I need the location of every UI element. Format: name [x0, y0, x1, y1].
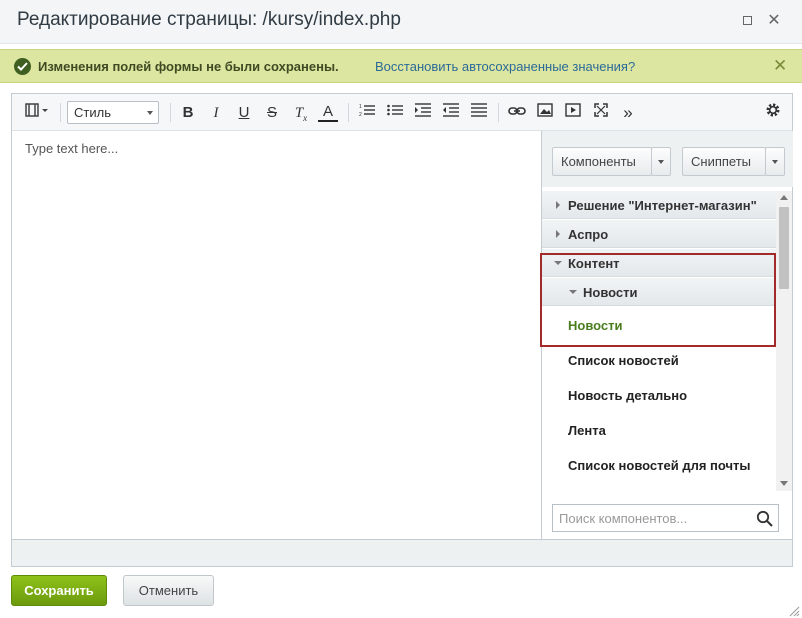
close-button[interactable]: ✕ — [765, 12, 783, 30]
tree-group-content[interactable]: Контент — [542, 249, 776, 277]
tree-item-news-list[interactable]: Список новостей — [568, 353, 679, 368]
toolbar-separator — [60, 103, 61, 122]
tree-group-label: Контент — [568, 256, 620, 271]
toolbar-separator — [498, 103, 499, 122]
strikethrough-icon: S — [266, 104, 277, 121]
save-button[interactable]: Сохранить — [11, 575, 107, 606]
unordered-list-button[interactable] — [384, 102, 406, 124]
fullscreen-button[interactable] — [590, 102, 612, 124]
component-search — [552, 504, 779, 532]
bold-button[interactable]: B — [178, 102, 198, 124]
components-button[interactable]: Компоненты — [552, 147, 652, 176]
tree-scrollbar[interactable] — [776, 191, 792, 491]
resize-grip-icon[interactable] — [788, 604, 800, 618]
svg-text:2: 2 — [359, 112, 362, 117]
indent-icon — [415, 103, 431, 121]
html-editor: Стиль B I U S Tx A 12 » Type text here..… — [11, 93, 793, 567]
component-search-input[interactable] — [553, 505, 748, 531]
toolbar-separator — [348, 103, 349, 122]
tree-item-news-mail[interactable]: Список новостей для почты — [568, 458, 751, 473]
remove-format-button[interactable]: Tx — [290, 102, 312, 124]
view-mode-icon — [25, 103, 49, 121]
image-icon — [537, 103, 553, 121]
chevron-right-icon — [556, 201, 560, 209]
editor-placeholder: Type text here... — [25, 141, 119, 156]
chevron-down-icon — [147, 111, 153, 115]
underline-button[interactable]: U — [234, 102, 254, 124]
editor-toolbar: Стиль B I U S Tx A 12 » — [12, 94, 792, 131]
link-button[interactable] — [506, 102, 528, 124]
chevron-right-icon — [556, 230, 560, 238]
restore-autosave-link[interactable]: Восстановить автосохраненные значения? — [375, 59, 635, 74]
tree-group-label: Решение "Интернет-магазин" — [568, 198, 757, 213]
outdent-icon — [443, 103, 459, 121]
remove-format-icon: Tx — [294, 105, 308, 123]
align-button[interactable] — [468, 102, 490, 124]
tree-group-label: Новости — [583, 285, 638, 300]
ordered-list-button[interactable]: 12 — [356, 102, 378, 124]
settings-button[interactable] — [762, 102, 784, 124]
maximize-icon — [742, 16, 752, 25]
link-icon — [508, 104, 526, 121]
tree-subgroup-news[interactable]: Новости — [542, 278, 776, 306]
scroll-down-icon[interactable] — [780, 481, 788, 486]
check-circle-icon — [14, 58, 31, 75]
more-button[interactable]: » — [618, 102, 638, 124]
toolbar-separator — [170, 103, 171, 122]
chevron-down-icon — [569, 290, 577, 294]
warning-close-icon[interactable]: ✕ — [773, 56, 787, 76]
panel-tabs: Компоненты Сниппеты — [542, 131, 793, 187]
image-button[interactable] — [534, 102, 556, 124]
remove-format-glyph: T — [294, 105, 304, 121]
warning-message: Изменения полей формы не были сохранены. — [38, 59, 339, 74]
bold-icon: B — [182, 104, 194, 121]
unsaved-warning-bar: Изменения полей формы не были сохранены.… — [0, 49, 802, 83]
text-color-icon: A — [322, 103, 333, 120]
video-button[interactable] — [562, 102, 584, 124]
dialog-titlebar: Редактирование страницы: /kursy/index.ph… — [0, 0, 802, 44]
italic-button[interactable]: I — [206, 102, 226, 124]
components-dropdown[interactable] — [651, 147, 671, 176]
style-select[interactable]: Стиль — [67, 101, 159, 124]
maximize-button[interactable] — [738, 12, 756, 30]
remove-format-sub: x — [303, 113, 308, 123]
outdent-button[interactable] — [440, 102, 462, 124]
snippets-dropdown[interactable] — [765, 147, 785, 176]
dialog-title: Редактирование страницы: /kursy/index.ph… — [17, 9, 401, 30]
settings-icon — [765, 103, 781, 122]
svg-text:1: 1 — [359, 104, 362, 110]
tree-group-label: Аспро — [568, 227, 609, 242]
underline-icon: U — [238, 104, 250, 121]
tree-group-internet-shop[interactable]: Решение "Интернет-магазин" — [542, 191, 776, 219]
tree-item-news-detail[interactable]: Новость детально — [568, 388, 687, 403]
text-color-button[interactable]: A — [318, 102, 338, 122]
snippets-button[interactable]: Сниппеты — [682, 147, 766, 176]
align-icon — [471, 103, 487, 121]
scroll-thumb[interactable] — [779, 207, 789, 289]
video-icon — [565, 103, 581, 121]
strikethrough-button[interactable]: S — [262, 102, 282, 124]
italic-icon: I — [213, 105, 219, 121]
tree-group-aspro[interactable]: Аспро — [542, 220, 776, 248]
chevron-down-icon — [554, 261, 562, 265]
more-icon: » — [623, 103, 633, 122]
view-mode-button[interactable] — [22, 102, 52, 124]
component-tree: Решение "Интернет-магазин" Аспро Контент… — [542, 191, 776, 491]
search-icon[interactable] — [756, 510, 773, 532]
tree-item-feed[interactable]: Лента — [568, 423, 606, 438]
indent-button[interactable] — [412, 102, 434, 124]
ordered-list-icon: 12 — [359, 104, 375, 121]
editor-status-strip — [12, 539, 792, 566]
chevron-down-icon — [772, 160, 778, 164]
cancel-button[interactable]: Отменить — [123, 575, 214, 606]
close-icon: ✕ — [767, 12, 781, 29]
scroll-up-icon[interactable] — [780, 195, 788, 200]
fullscreen-icon — [594, 103, 608, 121]
unordered-list-icon — [387, 104, 403, 121]
tree-item-news[interactable]: Новости — [568, 318, 623, 333]
style-select-value: Стиль — [74, 105, 111, 120]
components-panel: Компоненты Сниппеты Решение "Интернет-ма… — [540, 131, 793, 539]
chevron-down-icon — [658, 160, 664, 164]
editor-content-area[interactable]: Type text here... — [12, 131, 541, 539]
